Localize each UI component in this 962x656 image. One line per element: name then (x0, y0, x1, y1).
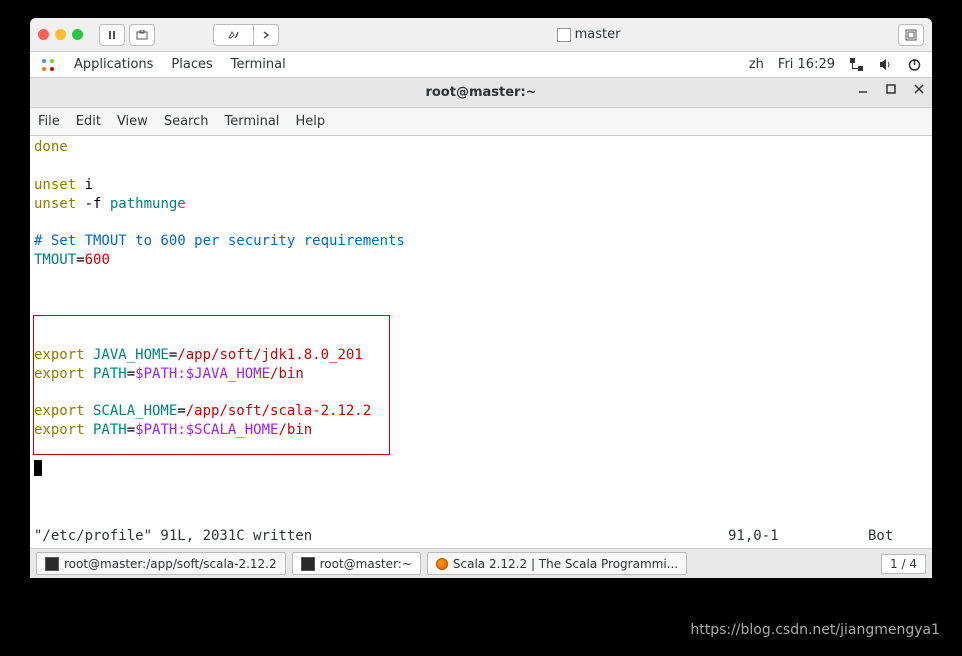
vm-title: master (283, 27, 894, 42)
nav-button-group (213, 24, 279, 46)
clock[interactable]: Fri 16:29 (778, 57, 835, 72)
taskbar-label: Scala 2.12.2 | The Scala Programmi... (453, 557, 678, 571)
var-path: PATH (85, 422, 127, 438)
comment: # Set TMOUT to 600 per security requirem… (34, 233, 405, 249)
close-icon[interactable] (38, 29, 49, 40)
terminal-menubar: File Edit View Search Terminal Help (30, 108, 932, 136)
pause-button[interactable] (99, 24, 125, 46)
taskbar: root@master:/app/soft/scala-2.12.2 root@… (30, 548, 932, 578)
ident: pathmunge (110, 196, 186, 212)
var-path: PATH (85, 366, 127, 382)
menu-view[interactable]: View (117, 114, 148, 129)
path: /bin (278, 422, 312, 438)
varref: $PATH:$SCALA_HOME (135, 422, 278, 438)
txt: -f (76, 196, 110, 212)
txt: = (177, 403, 185, 419)
kw-export: export (34, 347, 85, 363)
close-button[interactable] (912, 82, 926, 96)
window-titlebar: root@master:~ (30, 78, 932, 108)
menu-places[interactable]: Places (171, 57, 212, 72)
firefox-icon (436, 558, 448, 570)
menu-search[interactable]: Search (164, 114, 209, 129)
expand-button[interactable] (898, 24, 924, 46)
kw-export: export (34, 366, 85, 382)
varref: $PATH:$JAVA_HOME (135, 366, 270, 382)
menu-terminal[interactable]: Terminal (231, 57, 286, 72)
workspace-indicator[interactable]: 1 / 4 (881, 554, 926, 574)
taskbar-label: root@master:/app/soft/scala-2.12.2 (64, 557, 277, 571)
menu-edit[interactable]: Edit (76, 114, 101, 129)
status-scroll: Bot (868, 527, 928, 546)
txt: = (76, 252, 84, 268)
minimize-button[interactable] (856, 82, 870, 96)
window-controls (856, 82, 926, 96)
status-position: 91,0-1 (728, 527, 868, 546)
path: /app/soft/scala-2.12.2 (186, 403, 371, 419)
menu-help[interactable]: Help (295, 114, 325, 129)
taskbar-item-firefox[interactable]: Scala 2.12.2 | The Scala Programmi... (427, 552, 687, 575)
zoom-icon[interactable] (72, 29, 83, 40)
vm-icon (557, 28, 571, 42)
terminal-icon (45, 557, 59, 571)
taskbar-item-terminal1[interactable]: root@master:/app/soft/scala-2.12.2 (36, 552, 286, 575)
txt: i (76, 177, 93, 193)
desktop: master Applications Places Terminal zh F… (30, 18, 932, 578)
menu-applications[interactable]: Applications (74, 57, 153, 72)
kw-unset: unset (34, 196, 76, 212)
txt: = (127, 422, 135, 438)
vm-title-text: master (575, 27, 621, 42)
kw-done: done (34, 139, 68, 155)
maximize-button[interactable] (884, 82, 898, 96)
var-scala-home: SCALA_HOME (85, 403, 178, 419)
num: 600 (85, 252, 110, 268)
network-icon[interactable] (849, 57, 864, 72)
settings-button[interactable] (213, 24, 253, 46)
path: /bin (270, 366, 304, 382)
window-traffic-lights (38, 29, 83, 40)
kw-export: export (34, 422, 85, 438)
vim-status-line: "/etc/profile" 91L, 2031C written 91,0-1… (34, 527, 928, 546)
gnome-status-area: zh Fri 16:29 (749, 57, 922, 72)
volume-icon[interactable] (878, 57, 893, 72)
power-icon[interactable] (907, 57, 922, 72)
kw-unset: unset (34, 177, 76, 193)
status-message: "/etc/profile" 91L, 2031C written (34, 527, 728, 546)
cursor (34, 460, 42, 476)
taskbar-label: root@master:~ (320, 557, 412, 571)
terminal-content[interactable]: done unset i unset -f pathmunge # Set TM… (30, 136, 932, 548)
activities-icon[interactable] (40, 57, 56, 73)
window-title: root@master:~ (425, 85, 536, 100)
var-java-home: JAVA_HOME (85, 347, 169, 363)
snapshot-button[interactable] (129, 24, 155, 46)
var-tmout: TMOUT (34, 252, 76, 268)
minimize-icon[interactable] (55, 29, 66, 40)
vm-toolbar: master (30, 18, 932, 52)
menu-terminal-sub[interactable]: Terminal (224, 114, 279, 129)
path: /app/soft/jdk1.8.0_201 (177, 347, 362, 363)
workspace-label: 1 / 4 (890, 557, 917, 571)
txt: = (127, 366, 135, 382)
gnome-top-bar: Applications Places Terminal zh Fri 16:2… (30, 52, 932, 78)
input-method-indicator[interactable]: zh (749, 57, 764, 72)
taskbar-item-terminal2[interactable]: root@master:~ (292, 552, 421, 575)
forward-button[interactable] (253, 24, 279, 46)
terminal-icon (301, 557, 315, 571)
kw-export: export (34, 403, 85, 419)
watermark: https://blog.csdn.net/jiangmengya1 (690, 622, 940, 638)
menu-file[interactable]: File (38, 114, 60, 129)
